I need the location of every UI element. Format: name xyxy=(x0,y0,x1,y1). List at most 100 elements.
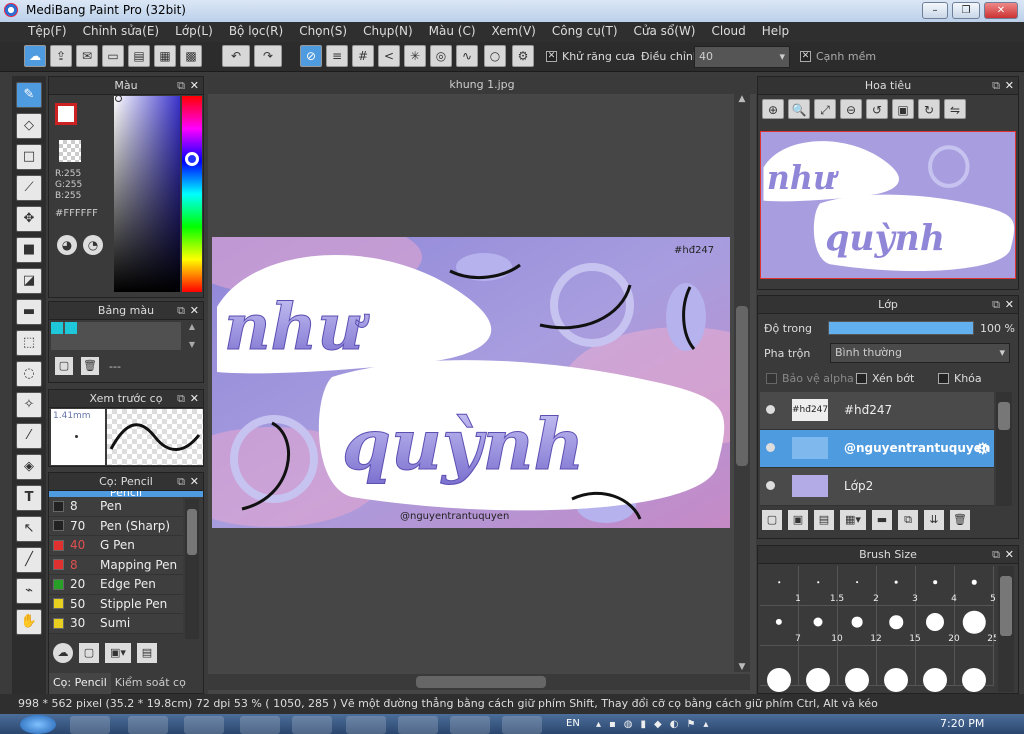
popout-icon[interactable]: ⧉ xyxy=(177,77,185,95)
page-icon[interactable]: ▤ xyxy=(128,45,150,67)
taskbar-powerpoint-icon[interactable] xyxy=(128,716,168,734)
layer-row[interactable]: Lớp2 xyxy=(760,468,994,506)
panel-layout-icon[interactable]: ▦ xyxy=(154,45,176,67)
navigator-thumbnail[interactable]: như quỳnh xyxy=(760,131,1016,279)
brush-size-cell[interactable] xyxy=(799,646,838,692)
brush-size-cell[interactable]: 1 xyxy=(760,566,801,606)
popout-icon[interactable]: ⧉ xyxy=(992,77,1000,95)
upload-icon[interactable]: ⇪ xyxy=(50,45,72,67)
tab-brush[interactable]: Cọ: Pencil xyxy=(49,673,111,695)
speech-bubble-icon[interactable]: ▭ xyxy=(102,45,124,67)
menu-filter[interactable]: Bộ lọc(R) xyxy=(221,22,291,42)
palette-scrollbar[interactable]: ▲ ▼ xyxy=(185,322,199,350)
adjust-dropdown[interactable]: 40 ▾ xyxy=(694,46,790,68)
magic-wand-tool-icon[interactable]: ✧ xyxy=(16,392,42,418)
zoom-out-icon[interactable]: ⊖ xyxy=(840,99,862,119)
brush-size-cell[interactable]: 3 xyxy=(877,566,918,606)
menu-snap[interactable]: Chụp(N) xyxy=(355,22,421,42)
taskbar-paint-icon[interactable] xyxy=(346,716,386,734)
comment-icon[interactable]: ✉ xyxy=(76,45,98,67)
taskbar-word-icon[interactable] xyxy=(184,716,224,734)
concentric-snap-icon[interactable]: ◎ xyxy=(430,45,452,67)
brush-item[interactable]: 40 G Pen xyxy=(49,536,183,556)
curve-snap-icon[interactable]: ∿ xyxy=(456,45,478,67)
select-eraser-tool-icon[interactable]: ◈ xyxy=(16,454,42,480)
dot-brush-tool-icon[interactable]: ⟋ xyxy=(16,175,42,201)
brush-tool-icon[interactable]: ✎ xyxy=(16,82,42,108)
folder-icon[interactable]: ▬ xyxy=(872,510,892,530)
new-layer-icon[interactable]: ▢ xyxy=(762,510,782,530)
trash-icon[interactable]: 🗑 xyxy=(81,357,99,375)
visibility-eye-icon[interactable] xyxy=(766,405,775,414)
taskbar-chrome-2-icon[interactable] xyxy=(450,716,490,734)
brush-item[interactable]: 8 Pen xyxy=(49,497,183,517)
new-halftone-layer-icon[interactable]: ▣ xyxy=(788,510,808,530)
brush-size-cell[interactable]: 12 xyxy=(838,606,882,646)
radial-snap-icon[interactable]: ✳ xyxy=(404,45,426,67)
artwork-canvas[interactable]: như quỳnh #hđ247 @nguyentrantuquyen xyxy=(212,237,730,528)
brush-item[interactable]: 8 Mapping Pen xyxy=(49,556,183,575)
brush-size-cell[interactable]: 7 xyxy=(760,606,801,646)
operation-tool-icon[interactable]: ↖ xyxy=(16,516,42,542)
add-layer-dropdown-icon[interactable]: ▦▾ xyxy=(840,510,866,530)
brush-size-cell[interactable] xyxy=(955,646,994,692)
brush-size-cell[interactable]: 15 xyxy=(877,606,921,646)
brush-size-cell[interactable]: 4 xyxy=(916,566,957,606)
brush-size-cell[interactable] xyxy=(916,646,955,692)
close-icon[interactable]: ✕ xyxy=(1005,77,1014,95)
hue-slider-handle[interactable] xyxy=(185,152,199,166)
sv-cursor[interactable] xyxy=(115,95,122,102)
popout-icon[interactable]: ⧉ xyxy=(177,473,185,491)
close-icon[interactable]: ✕ xyxy=(1005,296,1014,314)
close-icon[interactable]: ✕ xyxy=(190,302,199,320)
actual-size-icon[interactable]: ▣ xyxy=(892,99,914,119)
brush-size-cell[interactable]: 10 xyxy=(799,606,843,646)
brush-size-scrollbar[interactable] xyxy=(998,566,1014,692)
start-button-icon[interactable] xyxy=(20,715,56,734)
saturation-value-picker[interactable] xyxy=(114,96,180,292)
layer-settings-gear-icon[interactable]: ⚙ xyxy=(976,439,990,458)
taskbar-chrome-icon[interactable] xyxy=(292,716,332,734)
menu-edit[interactable]: Chỉnh sửa(E) xyxy=(75,22,168,42)
eraser-tool-icon[interactable]: ◇ xyxy=(16,113,42,139)
minimize-button[interactable]: – xyxy=(922,2,948,19)
hue-slider[interactable] xyxy=(182,96,202,292)
brush-size-cell[interactable]: 25 xyxy=(955,606,996,646)
brush-size-cell[interactable] xyxy=(838,646,877,692)
grid-layout-icon[interactable]: ▩ xyxy=(180,45,202,67)
blend-mode-dropdown[interactable]: Bình thường ▾ xyxy=(830,343,1010,363)
close-icon[interactable]: ✕ xyxy=(190,390,199,408)
close-icon[interactable]: ✕ xyxy=(190,77,199,95)
scroll-thumb[interactable] xyxy=(998,402,1010,430)
brush-cloud-icon[interactable]: ☁ xyxy=(53,643,73,663)
fill-shape-tool-icon[interactable]: ■ xyxy=(16,237,42,263)
menu-help[interactable]: Help xyxy=(754,22,797,42)
brush-size-cell[interactable] xyxy=(877,646,916,692)
taskbar-excel-icon[interactable] xyxy=(240,716,280,734)
scroll-up-icon[interactable]: ▲ xyxy=(734,94,750,104)
close-button[interactable]: ✕ xyxy=(984,2,1018,19)
lasso-tool-icon[interactable]: ◌ xyxy=(16,361,42,387)
popout-icon[interactable]: ⧉ xyxy=(992,296,1000,314)
undo-icon[interactable]: ↶ xyxy=(222,45,250,67)
select-rect-tool-icon[interactable]: ⬚ xyxy=(16,330,42,356)
color-history-icon[interactable]: ◔ xyxy=(83,235,103,255)
close-icon[interactable]: ✕ xyxy=(190,473,199,491)
hscroll-thumb[interactable] xyxy=(416,676,546,688)
clipping-checkbox[interactable] xyxy=(856,373,867,384)
duplicate-layer-icon[interactable]: ⧉ xyxy=(898,510,918,530)
brush-item[interactable]: 70 Pen (Sharp) xyxy=(49,517,183,536)
visibility-eye-icon[interactable] xyxy=(766,481,775,490)
rotate-right-icon[interactable]: ↻ xyxy=(918,99,940,119)
brush-list-scrollbar[interactable] xyxy=(185,499,199,639)
menu-cloud[interactable]: Cloud xyxy=(704,22,754,42)
new-8bit-layer-icon[interactable]: ▤ xyxy=(814,510,834,530)
palette-icon[interactable]: ◕ xyxy=(57,235,77,255)
scroll-thumb[interactable] xyxy=(1000,576,1012,636)
perspective-snap-icon[interactable]: < xyxy=(378,45,400,67)
close-icon[interactable]: ✕ xyxy=(1005,546,1014,564)
palette-swatch-cyan[interactable] xyxy=(51,322,63,334)
trash-icon[interactable]: 🗑 xyxy=(950,510,970,530)
language-indicator[interactable]: EN xyxy=(566,718,580,729)
menu-view[interactable]: Xem(V) xyxy=(484,22,544,42)
